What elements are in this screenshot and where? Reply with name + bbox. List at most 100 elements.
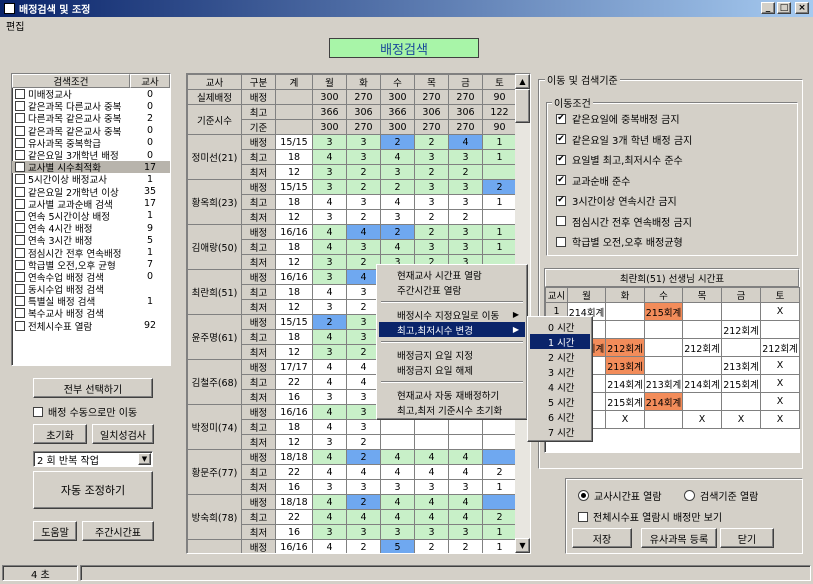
- condition-checkbox[interactable]: [15, 113, 25, 124]
- hour-cell[interactable]: 4: [312, 539, 347, 553]
- hour-cell[interactable]: 2: [448, 539, 483, 553]
- teacher-name[interactable]: 정미선(21): [187, 134, 242, 180]
- hour-cell[interactable]: 3: [414, 179, 449, 195]
- hour-cell[interactable]: 3: [346, 479, 381, 495]
- move-condition-box[interactable]: ✔: [556, 113, 566, 124]
- timetable-cell[interactable]: [721, 338, 761, 357]
- hour-cell[interactable]: 3: [312, 164, 347, 180]
- timetable-cell[interactable]: 214회계: [644, 392, 683, 411]
- radio-teacher-timetable-circle[interactable]: [578, 490, 589, 501]
- teacher-name[interactable]: 윤주명(61): [187, 314, 242, 360]
- grid-header-cell[interactable]: 금: [448, 74, 483, 90]
- timetable-cell[interactable]: [721, 302, 761, 321]
- condition-checkbox[interactable]: [15, 284, 25, 295]
- hour-cell[interactable]: [482, 209, 517, 225]
- list-header-condition[interactable]: 검색조건: [12, 74, 130, 88]
- hour-cell[interactable]: [380, 419, 415, 435]
- timetable-cell[interactable]: [682, 392, 722, 411]
- move-condition-checkbox[interactable]: ✔ 같은요일 3개 학년 배정 금지: [556, 132, 692, 147]
- table-row[interactable]: 정미선(21) 배정 15/15 3 3 2 2 4 1: [187, 134, 517, 180]
- hour-cell[interactable]: 3: [312, 254, 347, 270]
- condition-checkbox[interactable]: [15, 150, 25, 161]
- hour-cell[interactable]: 3: [346, 419, 381, 435]
- hour-cell[interactable]: 3: [312, 209, 347, 225]
- hour-cell[interactable]: 4: [346, 224, 381, 240]
- save-button[interactable]: 저장: [572, 528, 632, 548]
- radio-teacher-timetable[interactable]: 교사시간표 열람: [578, 488, 662, 503]
- hour-cell[interactable]: 2: [414, 224, 449, 240]
- assign-only-box[interactable]: [578, 511, 588, 522]
- table-row[interactable]: 황문주(77) 배정 18/18 4 2 4 4 4: [187, 449, 517, 495]
- teacher-name[interactable]: 황옥희(23): [187, 179, 242, 225]
- search-condition-item[interactable]: 전체시수표 열람 92: [12, 320, 170, 333]
- hour-cell[interactable]: 3: [346, 134, 381, 150]
- grid-header-cell[interactable]: 구분: [241, 74, 276, 90]
- hour-cell[interactable]: 3: [346, 194, 381, 210]
- timetable-cell[interactable]: 214회계: [605, 374, 645, 393]
- condition-checkbox[interactable]: [15, 259, 25, 270]
- hour-cell[interactable]: [482, 434, 517, 450]
- context-menu-item[interactable]: 배정금지 요일 지정: [379, 347, 525, 362]
- hour-cell[interactable]: 3: [380, 479, 415, 495]
- hours-submenu-item[interactable]: 0 시간: [530, 319, 590, 334]
- timetable-cell[interactable]: X: [605, 410, 645, 429]
- hour-cell[interactable]: 4: [414, 464, 449, 480]
- teacher-name[interactable]: 황문주(77): [187, 449, 242, 495]
- weekly-timetable-button[interactable]: 주간시간표: [82, 521, 154, 541]
- move-condition-checkbox[interactable]: 학급별 오전,오후 배정균형: [556, 234, 683, 249]
- hour-cell[interactable]: 2: [414, 209, 449, 225]
- hour-cell[interactable]: 3: [448, 479, 483, 495]
- scroll-thumb[interactable]: [515, 89, 530, 123]
- hour-cell[interactable]: 5: [380, 539, 415, 553]
- timetable-cell[interactable]: 212회계: [721, 320, 761, 339]
- hour-cell[interactable]: 3: [414, 149, 449, 165]
- hour-cell[interactable]: [448, 419, 483, 435]
- teacher-name[interactable]: 박정미(74): [187, 404, 242, 450]
- hour-cell[interactable]: 4: [312, 494, 347, 510]
- help-button[interactable]: 도움말: [33, 521, 77, 541]
- hour-cell[interactable]: 4: [414, 449, 449, 465]
- hour-cell[interactable]: 2: [380, 224, 415, 240]
- hour-cell[interactable]: 4: [448, 134, 483, 150]
- timetable-cell[interactable]: [682, 320, 722, 339]
- hour-cell[interactable]: 4: [312, 374, 347, 390]
- context-menu-item[interactable]: 현재교사 자동 재배정하기: [379, 387, 525, 402]
- grid-header-cell[interactable]: 교사: [187, 74, 242, 90]
- hour-cell[interactable]: 4: [448, 494, 483, 510]
- hour-cell[interactable]: 4: [414, 509, 449, 525]
- hour-cell[interactable]: 2: [346, 539, 381, 553]
- hour-cell[interactable]: 4: [312, 464, 347, 480]
- context-menu-item[interactable]: 배정시수 지정요일로 이동 ▶: [379, 307, 525, 322]
- move-condition-checkbox[interactable]: ✔ 교과순배 준수: [556, 173, 630, 188]
- move-condition-checkbox[interactable]: 점심시간 전후 연속배정 금지: [556, 214, 692, 229]
- hour-cell[interactable]: 2: [346, 434, 381, 450]
- grid-header-cell[interactable]: 화: [346, 74, 381, 90]
- hour-cell[interactable]: 3: [414, 524, 449, 540]
- table-row[interactable]: 김애랑(50) 배정 16/16 4 4 2 2 3 1: [187, 224, 517, 270]
- hour-cell[interactable]: 4: [312, 449, 347, 465]
- manual-only-checkbox[interactable]: 배정 수동으로만 이동: [33, 404, 137, 419]
- hour-cell[interactable]: 3: [312, 434, 347, 450]
- hour-cell[interactable]: 2: [414, 164, 449, 180]
- hour-cell[interactable]: [482, 164, 517, 180]
- table-row[interactable]: 방숙희(78) 배정 18/18 4 2 4 4 4: [187, 494, 517, 540]
- timetable-cell[interactable]: [682, 302, 722, 321]
- teacher-name[interactable]: 최란희(51): [187, 269, 242, 315]
- hour-cell[interactable]: 1: [482, 224, 517, 240]
- auto-adjust-button[interactable]: 자동 조정하기: [33, 471, 153, 509]
- hour-cell[interactable]: 4: [346, 464, 381, 480]
- hour-cell[interactable]: 3: [312, 134, 347, 150]
- select-all-button[interactable]: 전부 선택하기: [33, 378, 153, 398]
- scroll-up-icon[interactable]: ▲: [515, 74, 530, 89]
- hour-cell[interactable]: 4: [312, 509, 347, 525]
- hour-cell[interactable]: 2: [414, 134, 449, 150]
- hour-cell[interactable]: 2: [346, 209, 381, 225]
- timetable-cell[interactable]: X: [760, 374, 800, 393]
- list-header-teacher[interactable]: 교사: [130, 74, 170, 88]
- hour-cell[interactable]: 2: [482, 509, 517, 525]
- hour-cell[interactable]: 3: [312, 344, 347, 360]
- move-condition-box[interactable]: ✔: [556, 134, 566, 144]
- hour-cell[interactable]: 4: [380, 194, 415, 210]
- condition-checkbox[interactable]: [15, 174, 25, 185]
- hour-cell[interactable]: 3: [414, 239, 449, 255]
